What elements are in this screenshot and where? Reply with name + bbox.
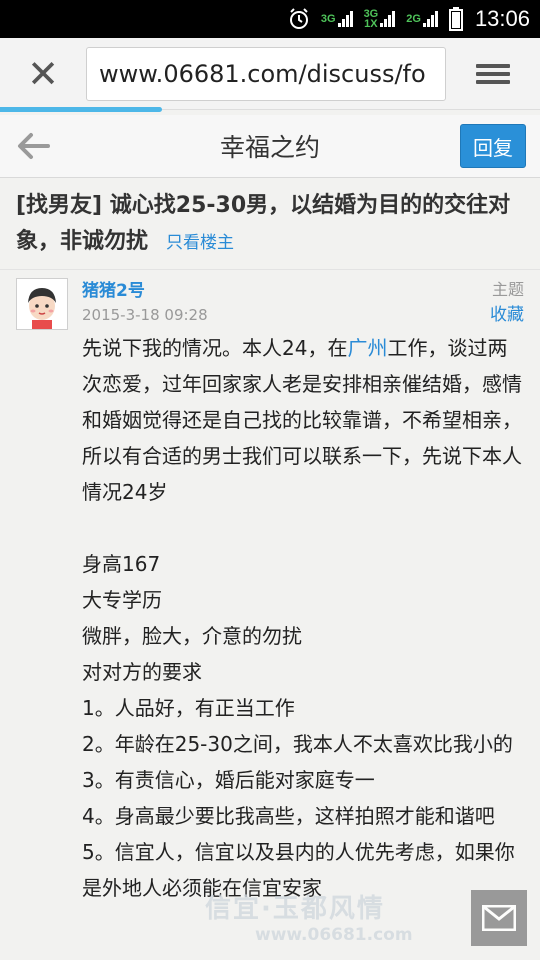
signal-icon <box>337 11 354 27</box>
post-date: 2015-3-18 09:28 <box>82 306 208 324</box>
forum-nav-bar: 幸福之约 回复 <box>0 115 540 178</box>
alarm-icon <box>287 7 311 31</box>
clock: 13:06 <box>474 6 530 31</box>
net-label-2-bottom: 1X <box>364 18 378 30</box>
watermark-url: www.06681.com <box>255 925 413 945</box>
battery-icon <box>448 7 463 31</box>
thread-title: [找男友] 诚心找25-30男，以结婚为目的的交往对象，非诚勿扰 只看楼主 <box>0 178 540 270</box>
mail-icon[interactable] <box>471 890 527 946</box>
post-line: 2。年龄在25-30之间，我本人不太喜欢比我小的 <box>82 732 513 756</box>
url-field[interactable]: www.06681.com/discuss/fo <box>86 46 446 101</box>
net-label-1: 3G <box>320 13 336 25</box>
thread-title-text: [找男友] 诚心找25-30男，以结婚为目的的交往对象，非诚勿扰 <box>16 193 511 254</box>
favorite-link[interactable]: 收藏 <box>490 302 524 328</box>
post-line: 微胖，脸大，介意的勿扰 <box>82 624 302 648</box>
signal-3g-1x: 3G 1X <box>364 9 397 30</box>
site-watermark: 信宜·玉都风情 www.06681.com <box>205 888 465 960</box>
post-line: 对对方的要求 <box>82 660 202 684</box>
post-line: 3。有责信心，婚后能对家庭专一 <box>82 768 375 792</box>
close-icon[interactable]: ✕ <box>0 38 86 110</box>
page-title: 幸福之约 <box>219 133 320 162</box>
reply-button[interactable]: 回复 <box>460 124 526 168</box>
intro-text-before: 先说下我的情况。本人24，在 <box>82 336 348 360</box>
only-op-link[interactable]: 只看楼主 <box>166 233 234 253</box>
back-arrow-icon[interactable] <box>0 115 66 177</box>
post-intro: 先说下我的情况。本人24，在广州工作，谈过两次恋爱，过年回家家人老是安排相亲催结… <box>82 330 524 510</box>
post-line: 4。身高最少要比我高些，这样拍照才能和谐吧 <box>82 804 495 828</box>
post-line: 大专学历 <box>82 588 162 612</box>
signal-icon <box>422 11 439 27</box>
subject-label: 主题 <box>491 280 524 299</box>
status-bar: 3G 3G 1X 2G 13:06 <box>0 0 540 38</box>
post-line: 1。人品好，有正当工作 <box>82 696 295 720</box>
intro-text-after: 工作，谈过两次恋爱，过年回家家人老是安排相亲催结婚，感情和婚姻觉得还是自己找的比… <box>82 336 522 504</box>
signal-3g: 3G <box>321 11 354 27</box>
page-load-progress <box>0 107 540 112</box>
menu-icon[interactable] <box>446 38 540 110</box>
browser-toolbar: ✕ www.06681.com/discuss/fo <box>0 38 540 112</box>
post: 猪猪2号 2015-3-18 09:28 主题 收藏 先说下我的情况。本人24，… <box>0 270 540 906</box>
watermark-title: 信宜·玉都风情 <box>205 894 385 924</box>
signal-2g: 2G <box>406 11 439 27</box>
net-label-3: 2G <box>406 13 421 25</box>
avatar[interactable] <box>16 278 68 330</box>
city-link[interactable]: 广州 <box>347 336 387 360</box>
signal-icon <box>380 11 396 27</box>
progress-fill <box>0 107 162 112</box>
post-content: 先说下我的情况。本人24，在广州工作，谈过两次恋爱，过年回家家人老是安排相亲催结… <box>82 330 524 906</box>
author-name[interactable]: 猪猪2号 <box>82 278 208 304</box>
post-line: 身高167 <box>82 552 161 576</box>
